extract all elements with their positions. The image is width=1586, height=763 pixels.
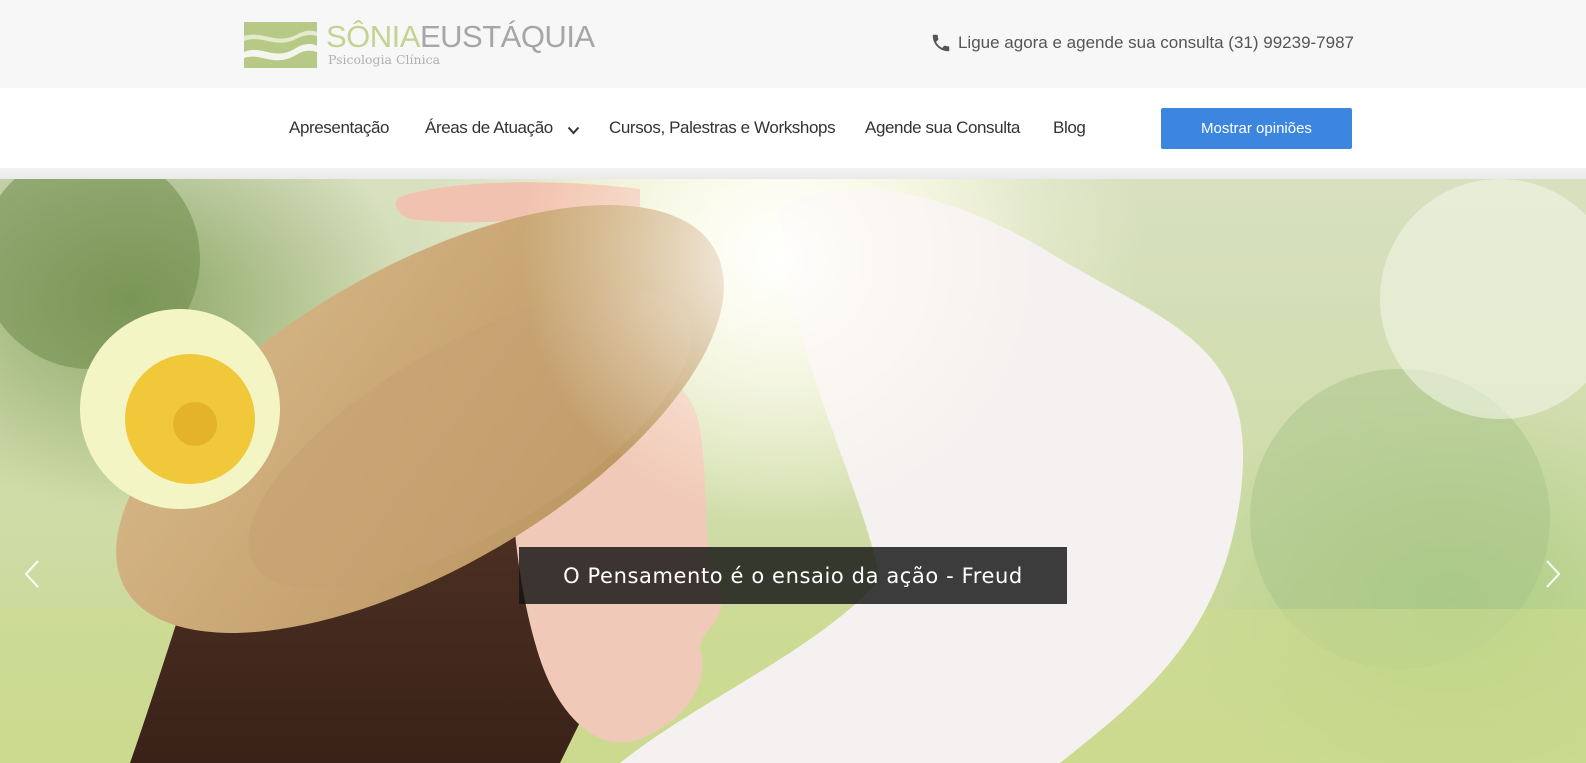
nav-item-cursos[interactable]: Cursos, Palestras e Workshops (609, 116, 836, 140)
logo-first-name: SÔNIA (326, 19, 420, 54)
nav-item-label: Blog (1053, 118, 1086, 137)
chevron-right-icon (1546, 560, 1561, 588)
hero-photo (0, 179, 1586, 763)
hero-slider: O Pensamento é o ensaio da ação - Freud (0, 179, 1586, 763)
logo-last-name: EUSTÁQUIA (419, 19, 595, 54)
nav-item-agende[interactable]: Agende sua Consulta (865, 116, 1020, 140)
slider-prev-button[interactable] (17, 554, 47, 594)
logo-name: SÔNIAEUSTÁQUIA (326, 20, 595, 54)
logo-subtitle: Psicologia Clínica (328, 52, 441, 67)
nav-item-apresentacao[interactable]: Apresentação (289, 116, 390, 140)
chevron-left-icon (24, 560, 39, 588)
slide-caption: O Pensamento é o ensaio da ação - Freud (519, 547, 1067, 604)
nav-item-label: Agende sua Consulta (865, 118, 1020, 137)
nav-divider (0, 168, 1586, 179)
nav-item-label: Apresentação (289, 118, 390, 137)
chevron-down-icon (567, 126, 580, 135)
logo-mark-icon (244, 22, 317, 68)
phone-icon (932, 34, 950, 52)
site-logo[interactable]: SÔNIAEUSTÁQUIA Psicologia Clínica (244, 20, 595, 70)
phone-contact[interactable]: Ligue agora e agende sua consulta (31) 9… (930, 30, 1354, 56)
nav-item-areas-de-atuacao[interactable]: Áreas de Atuação (425, 116, 580, 140)
slider-next-button[interactable] (1538, 554, 1568, 594)
show-opinions-button[interactable]: Mostrar opiniões (1161, 108, 1352, 149)
nav-item-label: Cursos, Palestras e Workshops (609, 118, 836, 137)
top-header: SÔNIAEUSTÁQUIA Psicologia Clínica Ligue … (0, 0, 1586, 88)
phone-text: Ligue agora e agende sua consulta (31) 9… (957, 33, 1354, 52)
nav-item-label: Áreas de Atuação (425, 118, 553, 137)
main-nav: Apresentação Áreas de Atuação Cursos, Pa… (0, 88, 1586, 168)
nav-item-blog[interactable]: Blog (1053, 116, 1086, 140)
